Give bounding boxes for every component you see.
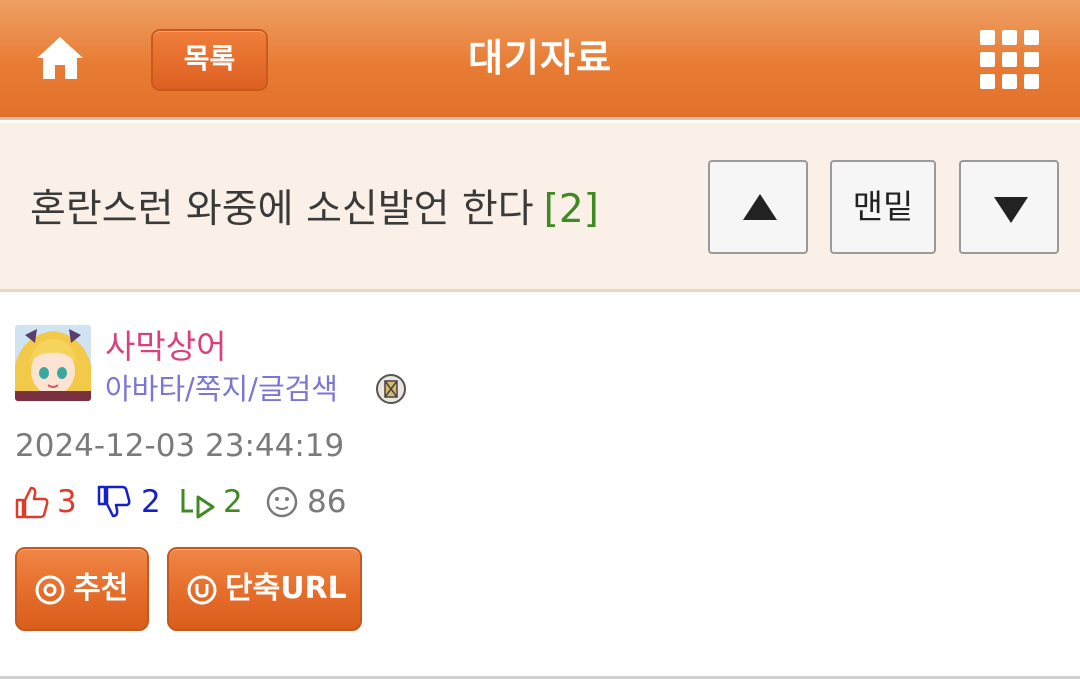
reply-arrow-icon	[181, 489, 215, 519]
likes-count: 3	[57, 484, 77, 520]
replies-stat: 2	[179, 480, 259, 524]
dislikes-count: 2	[141, 484, 161, 520]
u-circle-icon	[187, 575, 217, 605]
post-title-text: 혼란스런 와중에 소신발언 한다	[30, 187, 534, 232]
thumbs-down-icon	[97, 485, 131, 518]
grid-menu-icon[interactable]	[978, 28, 1042, 92]
level-badge-icon	[375, 373, 407, 405]
scroll-bottom-button[interactable]: 맨밑	[830, 160, 936, 254]
thumbs-up-icon	[15, 486, 49, 519]
triangle-down-icon	[994, 197, 1028, 223]
author-menu-link[interactable]: 아바타/쪽지/글검색	[105, 366, 338, 408]
face-views-icon	[266, 486, 298, 518]
replies-count: 2	[223, 484, 243, 520]
page-title: 대기자료	[468, 36, 612, 80]
recommend-label: 추천	[73, 571, 129, 606]
recommend-button[interactable]: 추천	[15, 547, 149, 631]
views-count: 86	[307, 484, 347, 520]
views-stat: 86	[265, 480, 355, 524]
avatar[interactable]	[15, 325, 91, 401]
target-icon	[35, 575, 65, 605]
comment-count[interactable]: [2]	[544, 187, 599, 232]
list-button[interactable]: 목록	[151, 29, 268, 91]
likes-stat: 3	[15, 480, 85, 524]
triangle-up-icon	[743, 194, 777, 220]
author-name[interactable]: 사막상어	[105, 320, 226, 368]
post-date: 2024-12-03 23:44:19	[15, 428, 345, 464]
dislikes-stat: 2	[97, 480, 177, 524]
short-url-button[interactable]: 단축URL	[167, 547, 362, 631]
short-url-label: 단축URL	[225, 571, 347, 606]
post-title: 혼란스런 와중에 소신발언 한다 [2]	[30, 178, 599, 234]
scroll-up-button[interactable]	[708, 160, 808, 254]
home-icon[interactable]	[34, 32, 86, 84]
top-bar: 목록 대기자료	[0, 0, 1080, 120]
scroll-down-button[interactable]	[959, 160, 1059, 254]
